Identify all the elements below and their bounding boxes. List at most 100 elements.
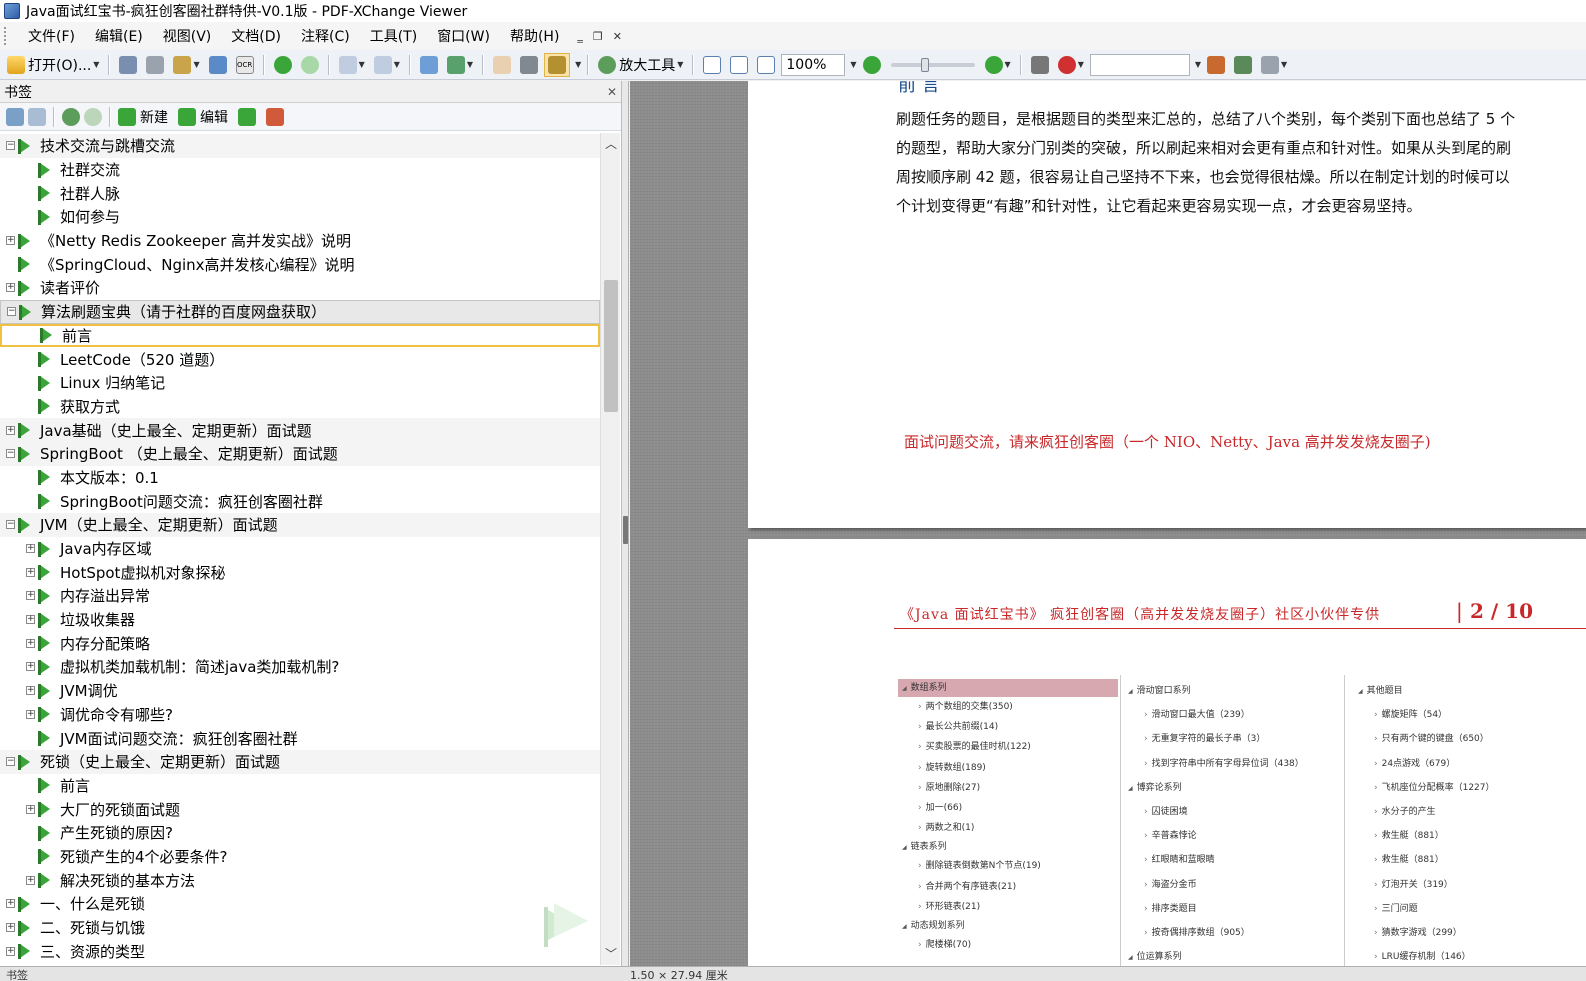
bookmark-item[interactable]: − 算法刷题宝典（请于社群的百度网盘获取）: [0, 299, 600, 324]
expand-icon[interactable]: +: [6, 899, 15, 909]
chevron-down-icon[interactable]: ▼: [359, 60, 365, 69]
chevron-down-icon[interactable]: ▼: [1005, 60, 1011, 69]
menu-view[interactable]: 视图(V): [153, 23, 222, 49]
bookmarks-scrollbar[interactable]: ︿ ﹀: [600, 133, 620, 965]
zoom-out-button[interactable]: [860, 53, 884, 77]
expand-icon[interactable]: +: [26, 686, 35, 696]
hand-tool-button[interactable]: [490, 53, 514, 77]
chevron-down-icon[interactable]: ▼: [467, 60, 473, 69]
bookmark-item[interactable]: + Java基础（史上最全、定期更新）面试题: [0, 418, 600, 442]
menu-comment[interactable]: 注释(C): [291, 23, 360, 49]
bookmark-item[interactable]: 《SpringCloud、Nginx高并发核心编程》说明: [0, 252, 600, 276]
scroll-up-icon[interactable]: ︿: [601, 135, 621, 153]
expand-icon[interactable]: +: [26, 638, 35, 648]
restore-doc-icon[interactable]: ❐: [593, 30, 603, 43]
bookmark-item[interactable]: + 三、资源的类型: [0, 939, 600, 963]
expand-icon[interactable]: +: [6, 946, 15, 956]
fit-width-button[interactable]: [754, 53, 778, 77]
scan-button[interactable]: [206, 53, 230, 77]
bookmark-item[interactable]: + Java内存区域: [0, 537, 600, 561]
zoom-in-button[interactable]: ▼: [982, 53, 1014, 77]
save-button[interactable]: [116, 53, 140, 77]
menubar-grip[interactable]: [4, 27, 8, 45]
bookmark-item[interactable]: − 技术交流与跳槽交流: [0, 134, 600, 158]
edit-bookmark-icon[interactable]: [178, 107, 196, 126]
expand-icon[interactable]: +: [26, 567, 35, 577]
bookmark-item[interactable]: 产生死锁的原因?: [0, 821, 600, 845]
open-button[interactable]: 打开(O)... ▼: [4, 53, 102, 77]
bookmark-item[interactable]: 本文版本：0.1: [0, 466, 600, 490]
chevron-down-icon[interactable]: ▼: [850, 60, 856, 69]
spellcheck-button[interactable]: ▼: [1055, 53, 1087, 77]
chevron-down-icon[interactable]: ▼: [677, 60, 683, 69]
export-button[interactable]: ▼: [444, 53, 476, 77]
bookmark-item[interactable]: − JVM（史上最全、定期更新）面试题: [0, 513, 600, 537]
document-view[interactable]: 前 言 刷题任务的题目，是根据题目的类型来汇总的，总结了八个类别，每个类别下面也…: [630, 81, 1586, 966]
collapse-icon[interactable]: −: [6, 449, 15, 459]
bookmark-item[interactable]: 社群交流: [0, 158, 600, 182]
splitter-handle[interactable]: [623, 516, 628, 544]
actual-size-button[interactable]: [700, 53, 724, 77]
bookmark-item[interactable]: + 二、死锁与饥饿: [0, 916, 600, 940]
menu-edit[interactable]: 编辑(E): [85, 23, 153, 49]
expand-all-icon[interactable]: [6, 107, 24, 126]
expand-icon[interactable]: +: [6, 283, 15, 293]
search-next-button[interactable]: [1231, 53, 1255, 77]
bookmark-props-icon[interactable]: [238, 107, 256, 126]
menu-window[interactable]: 窗口(W): [427, 23, 500, 49]
print-button[interactable]: [143, 53, 167, 77]
menu-document[interactable]: 文档(D): [221, 23, 291, 49]
search-prev-button[interactable]: [1204, 53, 1228, 77]
ocr-button[interactable]: OCR: [233, 53, 257, 77]
bookmark-item[interactable]: + 大厂的死锁面试题: [0, 797, 600, 821]
bookmark-item[interactable]: + 解决死锁的基本方法: [0, 868, 600, 892]
bookmark-item[interactable]: JVM面试问题交流：疯狂创客圈社群: [0, 726, 600, 750]
bookmark-delete-icon[interactable]: [266, 107, 284, 126]
expand-icon[interactable]: +: [6, 923, 15, 933]
redo-button[interactable]: ▼: [371, 53, 403, 77]
bookmark-item[interactable]: Linux 归纳笔记: [0, 371, 600, 395]
snapshot-button[interactable]: [517, 53, 541, 77]
edit-bookmark-button[interactable]: 编辑: [200, 107, 228, 127]
menu-file[interactable]: 文件(F): [18, 23, 85, 49]
collapse-icon[interactable]: −: [7, 307, 16, 317]
collapse-icon[interactable]: −: [6, 757, 15, 767]
zoom-level-input[interactable]: 100%: [781, 53, 846, 76]
expand-icon[interactable]: +: [26, 709, 35, 719]
close-icon[interactable]: ✕: [607, 85, 617, 99]
bookmark-item[interactable]: 获取方式: [0, 395, 600, 419]
bookmark-item[interactable]: − SpringBoot （史上最全、定期更新）面试题: [0, 441, 600, 466]
select-text-button[interactable]: [544, 52, 571, 77]
chevron-down-icon[interactable]: ▼: [1078, 60, 1084, 69]
email-button[interactable]: ▼: [170, 53, 202, 77]
bookmark-item[interactable]: + HotSpot虚拟机对象探秘: [0, 560, 600, 584]
forward-button[interactable]: [298, 53, 322, 77]
chevron-down-icon[interactable]: ▼: [394, 60, 400, 69]
expand-icon[interactable]: +: [26, 875, 35, 885]
zoom-in-icon[interactable]: [62, 107, 80, 126]
expand-icon[interactable]: +: [6, 236, 15, 246]
close-doc-icon[interactable]: ✕: [613, 30, 622, 43]
menu-tools[interactable]: 工具(T): [360, 23, 427, 49]
find-button[interactable]: [1028, 53, 1052, 77]
minimize-doc-icon[interactable]: ‗: [577, 30, 583, 43]
bookmark-item[interactable]: + 调优命令有哪些?: [0, 703, 600, 727]
zoom-slider-thumb[interactable]: [920, 57, 929, 72]
menu-help[interactable]: 帮助(H): [500, 23, 569, 49]
bookmark-item[interactable]: 社群人脉: [0, 181, 600, 205]
bookmark-item[interactable]: + 读者评价: [0, 276, 600, 300]
bookmark-item[interactable]: + 内存分配策略: [0, 631, 600, 655]
new-bookmark-icon[interactable]: [118, 107, 136, 126]
new-bookmark-button[interactable]: 新建: [140, 107, 168, 127]
back-button[interactable]: [271, 53, 295, 77]
panel-splitter[interactable]: [622, 81, 629, 966]
settings-button[interactable]: ▼: [1258, 53, 1290, 77]
chevron-down-icon[interactable]: ▼: [1195, 60, 1201, 69]
bookmark-item[interactable]: SpringBoot问题交流：疯狂创客圈社群: [0, 489, 600, 513]
scroll-down-icon[interactable]: ﹀: [601, 945, 621, 963]
chevron-down-icon[interactable]: ▼: [1281, 60, 1287, 69]
bookmark-item[interactable]: LeetCode（520 道题）: [0, 347, 600, 371]
fit-page-button[interactable]: [727, 53, 751, 77]
bookmark-item[interactable]: + 《Netty Redis Zookeeper 高并发实战》说明: [0, 229, 600, 253]
bookmark-item[interactable]: + 垃圾收集器: [0, 608, 600, 632]
